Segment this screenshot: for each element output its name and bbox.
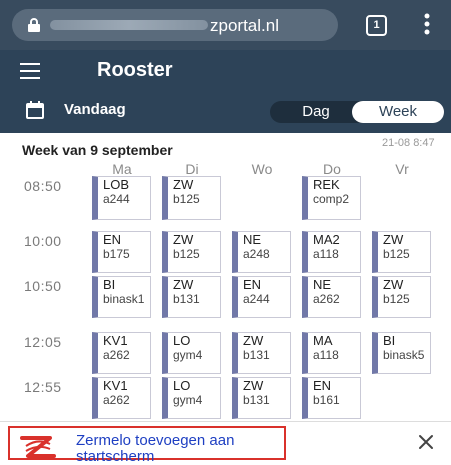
lock-icon — [28, 18, 40, 32]
time-slot-3: 10:50 — [24, 278, 62, 294]
lesson-room: a262 — [313, 292, 340, 306]
lesson-block[interactable]: ZW b125 — [372, 231, 431, 273]
lesson-block[interactable]: BI binask5 — [372, 332, 431, 374]
page-title: Rooster — [97, 59, 173, 81]
lesson-subject: KV1 — [103, 333, 128, 348]
lesson-room: a118 — [313, 348, 339, 362]
lesson-subject: ZW — [173, 277, 194, 292]
lesson-block[interactable]: ZW b125 — [162, 176, 221, 220]
lesson-room: a262 — [103, 348, 130, 362]
time-slot-1: 08:50 — [24, 178, 62, 194]
calendar-icon[interactable] — [26, 101, 44, 119]
lesson-room: a118 — [313, 247, 339, 261]
time-slot-4: 12:05 — [24, 334, 62, 350]
lesson-room: a244 — [243, 292, 270, 306]
lesson-room: b125 — [173, 247, 200, 261]
lesson-subject: EN — [103, 232, 122, 247]
lesson-subject: BI — [383, 333, 396, 348]
lesson-block[interactable]: EN b161 — [302, 377, 361, 419]
lesson-room: binask1 — [103, 292, 145, 306]
tab-switcher-button[interactable]: 1 — [366, 15, 387, 36]
lesson-block[interactable]: BI binask1 — [92, 276, 151, 318]
day-header-wo: Wo — [251, 161, 273, 177]
lesson-subject: ZW — [243, 378, 264, 393]
lesson-subject: LO — [173, 378, 191, 393]
lesson-block[interactable]: EN a244 — [232, 276, 291, 318]
lesson-room: b125 — [383, 247, 410, 261]
lesson-subject: LO — [173, 333, 191, 348]
zermelo-logo-icon — [20, 436, 56, 458]
lesson-room: b125 — [383, 292, 410, 306]
lesson-room: b161 — [313, 393, 340, 407]
app-header: Rooster Vandaag Dag Week — [0, 50, 451, 133]
add-to-homescreen-banner: Zermelo toevoegen aan startscherm — [0, 421, 451, 465]
day-header-di: Di — [185, 161, 199, 177]
lesson-block[interactable]: MA2 a118 — [302, 231, 361, 273]
lesson-subject: ZW — [173, 232, 194, 247]
lesson-subject: MA2 — [313, 232, 340, 247]
lesson-subject: MA — [313, 333, 333, 348]
view-toggle: Dag Week — [270, 101, 444, 123]
lesson-room: b131 — [243, 348, 270, 362]
lesson-block[interactable]: MA a118 — [302, 332, 361, 374]
lesson-block[interactable]: KV1 a262 — [92, 332, 151, 374]
lesson-subject: ZW — [243, 333, 264, 348]
lesson-room: b125 — [173, 192, 200, 206]
view-week-button[interactable]: Week — [352, 101, 444, 123]
view-day-button[interactable]: Dag — [286, 103, 346, 120]
lesson-block[interactable]: NE a262 — [302, 276, 361, 318]
lesson-block[interactable]: REK comp2 — [302, 176, 361, 220]
lesson-block[interactable]: ZW b125 — [162, 231, 221, 273]
lesson-block[interactable]: ZW b125 — [372, 276, 431, 318]
lesson-subject: EN — [243, 277, 262, 292]
lesson-block[interactable]: EN b175 — [92, 231, 151, 273]
more-vertical-icon[interactable] — [424, 13, 430, 35]
hamburger-menu-icon[interactable] — [20, 63, 40, 79]
lesson-block[interactable]: LO gym4 — [162, 332, 221, 374]
lesson-room: a244 — [103, 192, 130, 206]
lesson-room: b131 — [173, 292, 200, 306]
day-header-do: Do — [323, 161, 341, 177]
url-blurred-subdomain — [50, 20, 208, 30]
lesson-subject: BI — [103, 277, 116, 292]
lesson-block[interactable]: ZW b131 — [232, 332, 291, 374]
lesson-subject: ZW — [383, 232, 404, 247]
time-slot-5: 12:55 — [24, 379, 62, 395]
add-to-homescreen-text: Zermelo toevoegen aan startscherm — [76, 432, 235, 465]
url-bar[interactable]: zportal.nl — [12, 9, 338, 41]
browser-toolbar: zportal.nl 1 — [0, 0, 451, 50]
lesson-block[interactable]: ZW b131 — [162, 276, 221, 318]
day-header-vr: Vr — [395, 161, 409, 177]
lesson-subject: LOB — [103, 177, 130, 192]
lesson-subject: EN — [313, 378, 332, 393]
day-header-ma: Ma — [112, 161, 132, 177]
lesson-subject: KV1 — [103, 378, 128, 393]
lesson-block[interactable]: NE a248 — [232, 231, 291, 273]
lesson-subject: NE — [313, 277, 332, 292]
lesson-room: binask5 — [383, 348, 425, 362]
time-slot-2: 10:00 — [24, 233, 62, 249]
lesson-room: gym4 — [173, 393, 203, 407]
lesson-room: b131 — [243, 393, 270, 407]
lesson-room: a248 — [243, 247, 270, 261]
lesson-room: gym4 — [173, 348, 203, 362]
lesson-subject: ZW — [173, 177, 194, 192]
lesson-subject: ZW — [383, 277, 404, 292]
lesson-block[interactable]: KV1 a262 — [92, 377, 151, 419]
lesson-block[interactable]: LO gym4 — [162, 377, 221, 419]
today-button[interactable]: Vandaag — [64, 101, 126, 118]
lesson-subject: REK — [313, 177, 340, 192]
lesson-subject: NE — [243, 232, 262, 247]
last-updated-timestamp: 21-08 8:47 — [382, 137, 435, 149]
close-icon[interactable] — [418, 434, 434, 450]
lesson-room: comp2 — [313, 192, 350, 206]
lesson-block[interactable]: ZW b131 — [232, 377, 291, 419]
url-domain: zportal.nl — [210, 16, 279, 35]
lesson-block[interactable]: LOB a244 — [92, 176, 151, 220]
week-title: Week van 9 september — [22, 142, 173, 158]
add-to-homescreen-button[interactable]: Zermelo toevoegen aan startscherm — [8, 426, 286, 465]
lesson-room: b175 — [103, 247, 130, 261]
lesson-room: a262 — [103, 393, 130, 407]
